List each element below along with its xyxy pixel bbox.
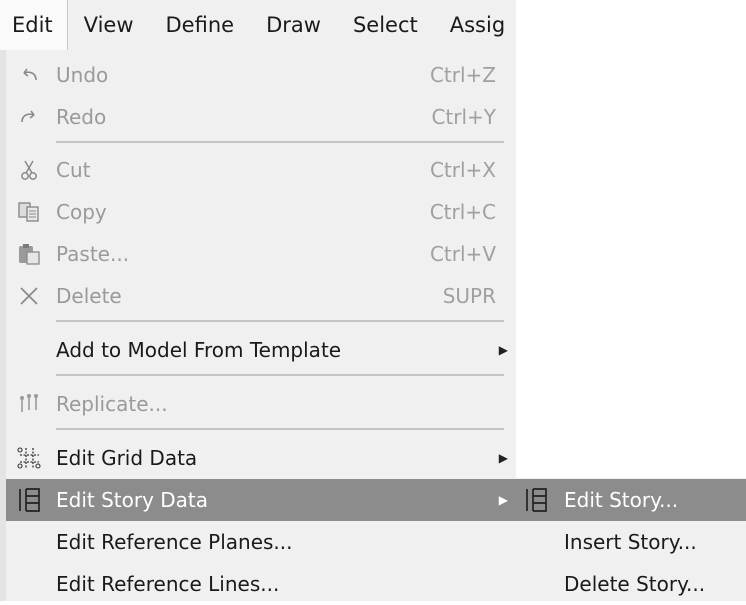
menu-item-label: Delete: [56, 284, 122, 308]
menu-item-edit-reference-lines[interactable]: Edit Reference Lines...: [6, 563, 516, 605]
story-icon: [520, 484, 552, 516]
menu-item-copy[interactable]: Copy Ctrl+C: [6, 191, 516, 233]
menu-item-edit-grid-data[interactable]: Edit Grid Data ▶: [6, 437, 516, 479]
menu-define[interactable]: Define: [150, 0, 251, 50]
x-icon: [14, 281, 44, 311]
menu-item-redo[interactable]: Redo Ctrl+Y: [6, 96, 516, 138]
shortcut-text: Ctrl+X: [429, 158, 496, 182]
menu-draw[interactable]: Draw: [250, 0, 337, 50]
submenu-item-delete-story[interactable]: Delete Story...: [514, 563, 746, 605]
menu-item-paste[interactable]: Paste... Ctrl+V: [6, 233, 516, 275]
menu-item-label: Paste...: [56, 242, 130, 266]
menu-bar: Edit View Define Draw Select Assig: [0, 0, 516, 51]
paste-icon: [14, 239, 44, 269]
menu-assign[interactable]: Assig: [434, 0, 521, 50]
separator: [56, 320, 504, 322]
shortcut-text: Ctrl+C: [429, 200, 496, 224]
menu-item-cut[interactable]: Cut Ctrl+X: [6, 149, 516, 191]
menu-item-label: Edit Reference Lines...: [56, 572, 280, 596]
undo-icon: [14, 60, 44, 90]
menu-item-label: Redo: [56, 105, 107, 129]
menu-item-label: Replicate...: [56, 392, 168, 416]
menu-item-add-from-template[interactable]: Add to Model From Template ▶: [6, 329, 516, 371]
menu-view[interactable]: View: [68, 0, 150, 50]
menu-item-label: Edit Story Data: [56, 488, 209, 512]
menu-select[interactable]: Select: [337, 0, 434, 50]
submenu-item-label: Delete Story...: [564, 572, 706, 596]
submenu-item-insert-story[interactable]: Insert Story...: [514, 521, 746, 563]
menu-item-delete[interactable]: Delete SUPR: [6, 275, 516, 317]
story-submenu: Edit Story... Insert Story... Delete Sto…: [514, 478, 746, 601]
replicate-icon: [14, 389, 44, 419]
separator: [56, 141, 504, 143]
menu-edit[interactable]: Edit: [0, 0, 68, 50]
menu-item-label: Cut: [56, 158, 91, 182]
submenu-arrow-icon: ▶: [498, 493, 508, 507]
copy-icon: [14, 197, 44, 227]
menu-item-replicate[interactable]: Replicate...: [6, 383, 516, 425]
grid-icon: [14, 443, 44, 473]
menu-item-label: Add to Model From Template: [56, 338, 342, 362]
separator: [56, 374, 504, 376]
submenu-arrow-icon: ▶: [498, 343, 508, 357]
menu-item-edit-reference-planes[interactable]: Edit Reference Planes...: [6, 521, 516, 563]
story-icon: [14, 485, 44, 515]
menu-item-undo[interactable]: Undo Ctrl+Z: [6, 54, 516, 96]
menu-item-edit-story-data[interactable]: Edit Story Data ▶: [6, 479, 516, 521]
redo-icon: [14, 102, 44, 132]
shortcut-text: Ctrl+Z: [429, 63, 496, 87]
submenu-item-edit-story[interactable]: Edit Story...: [514, 479, 746, 521]
shortcut-text: SUPR: [442, 284, 496, 308]
submenu-item-label: Insert Story...: [564, 530, 697, 554]
menu-item-label: Copy: [56, 200, 107, 224]
scissors-icon: [14, 155, 44, 185]
submenu-item-label: Edit Story...: [564, 488, 679, 512]
submenu-arrow-icon: ▶: [498, 451, 508, 465]
shortcut-text: Ctrl+Y: [431, 105, 496, 129]
menu-item-label: Edit Grid Data: [56, 446, 198, 470]
edit-dropdown-menu: Undo Ctrl+Z Redo Ctrl+Y Cut Ctrl+X Copy …: [0, 50, 516, 601]
menu-item-label: Edit Reference Planes...: [56, 530, 293, 554]
separator: [56, 428, 504, 430]
menu-item-label: Undo: [56, 63, 109, 87]
shortcut-text: Ctrl+V: [429, 242, 496, 266]
